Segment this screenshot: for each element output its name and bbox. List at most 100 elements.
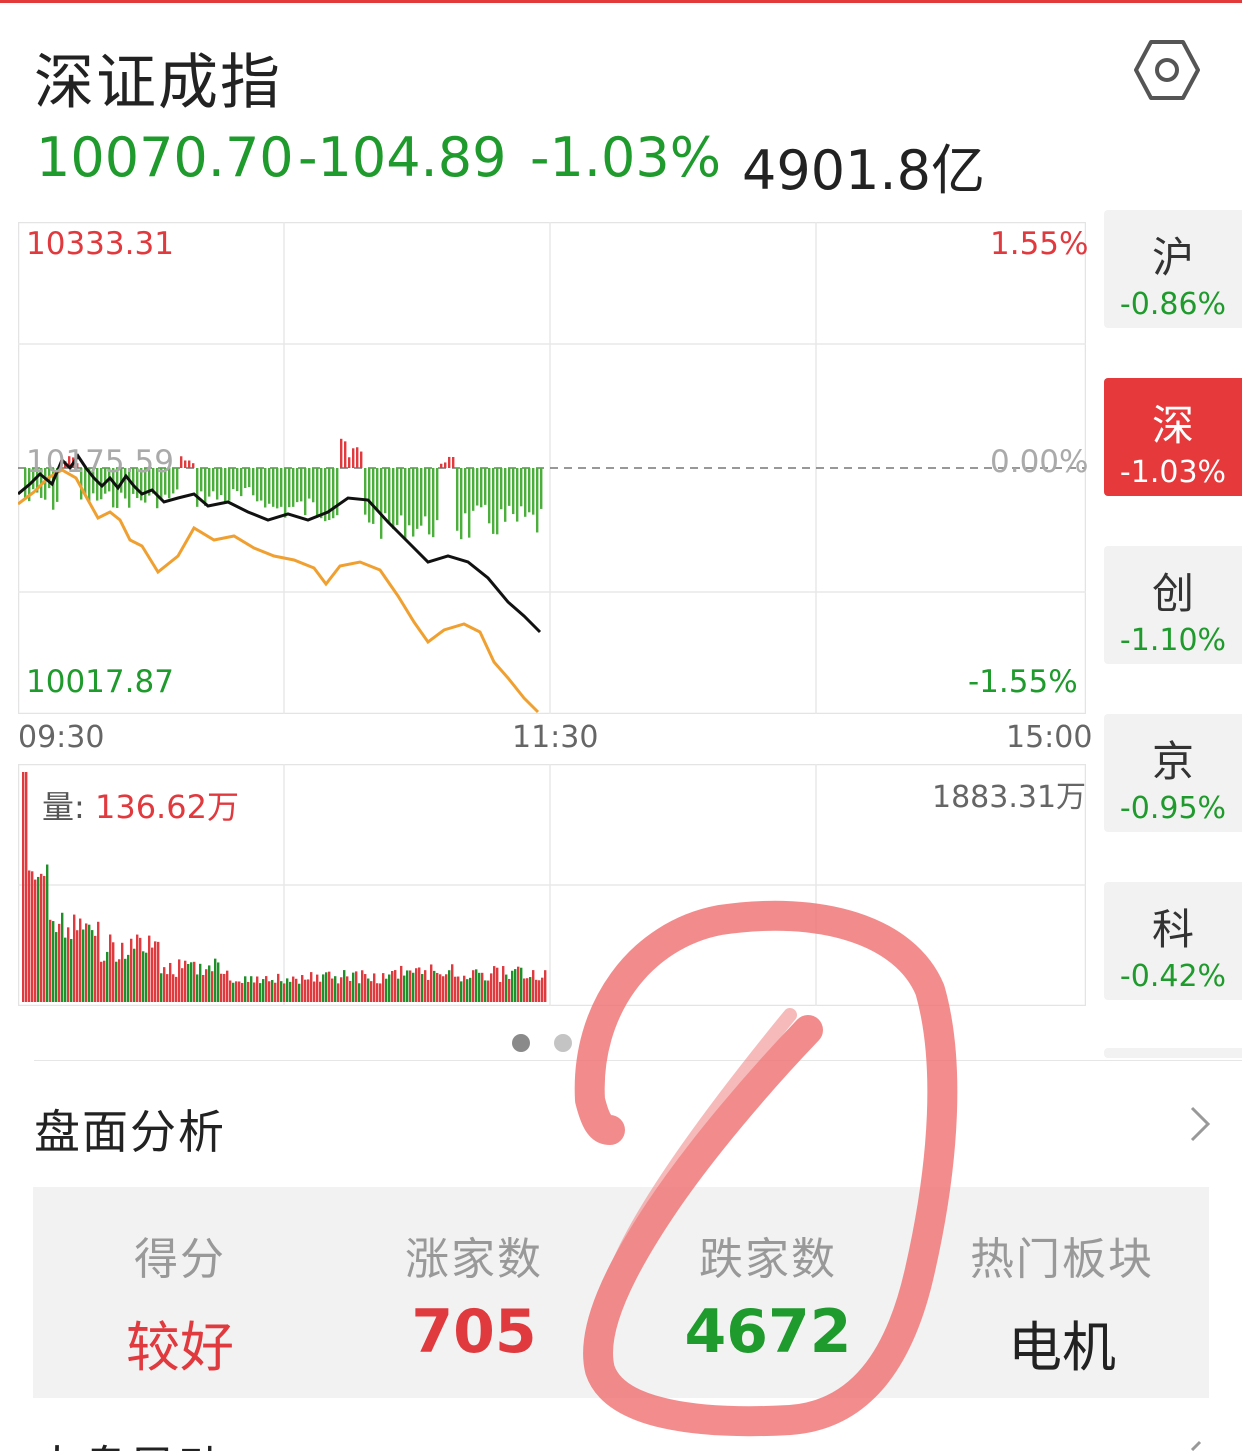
- next-section-title[interactable]: 大盘异动: [34, 1432, 226, 1451]
- chart-prev-close-price: 10175.59: [26, 444, 174, 480]
- flow-bar-down-118: [496, 468, 499, 535]
- volume-bar-170: [532, 970, 535, 1002]
- side-tab-kc[interactable]: 科 -0.42%: [1104, 882, 1242, 1000]
- volume-bar-103: [331, 978, 334, 1002]
- volume-bar-10: [52, 921, 55, 1002]
- volume-bar-8: [46, 864, 49, 1002]
- volume-bar-49: [169, 962, 172, 1002]
- flow-bar-down-72: [312, 468, 315, 503]
- volume-bar-173: [541, 977, 544, 1002]
- flow-bar-up-106: [448, 456, 451, 468]
- stat-advancers[interactable]: 涨家数 705: [327, 1187, 621, 1367]
- volume-bar-21: [85, 923, 88, 1002]
- volume-bar-24: [94, 935, 97, 1002]
- flow-bar-down-108: [456, 468, 459, 531]
- volume-bar-127: [403, 975, 406, 1002]
- volume-bar-33: [121, 942, 124, 1002]
- volume-bar-3: [31, 871, 34, 1002]
- volume-bar-72: [238, 981, 241, 1002]
- flow-bar-down-70: [304, 468, 307, 516]
- volume-bar-62: [208, 965, 211, 1002]
- volume-bar-70: [232, 982, 235, 1002]
- flow-bar-down-46: [208, 468, 211, 497]
- volume-bar-147: [463, 975, 466, 1002]
- volume-bar-71: [235, 981, 238, 1002]
- volume-bar-101: [325, 972, 328, 1002]
- page-title: 深证成指: [34, 48, 282, 118]
- analysis-stats-panel[interactable]: 得分 较好 涨家数 705 跌家数 4672 热门板块 电机: [33, 1187, 1209, 1398]
- side-tab-sz[interactable]: 深 -1.03%: [1104, 378, 1242, 496]
- flow-bar-down-115: [484, 468, 487, 505]
- pager-dot-2[interactable]: [554, 1034, 572, 1052]
- stat-score[interactable]: 得分 较好: [33, 1187, 327, 1382]
- flow-bar-down-89: [380, 468, 383, 539]
- volume-bar-31: [115, 961, 118, 1002]
- time-tick-open: 09:30: [18, 720, 105, 755]
- flow-bar-down-127: [532, 468, 535, 515]
- volume-bar-140: [442, 976, 445, 1002]
- volume-bar-30: [112, 942, 115, 1002]
- flow-bar-down-88: [376, 468, 379, 512]
- volume-bar-22: [88, 924, 91, 1002]
- volume-bar-158: [496, 967, 499, 1002]
- pager-dot-1[interactable]: [512, 1034, 530, 1052]
- volume-bar-129: [409, 970, 412, 1002]
- intraday-price-chart[interactable]: [18, 222, 1086, 714]
- volume-bar-69: [229, 980, 232, 1002]
- flow-bar-up-79: [340, 438, 343, 468]
- volume-bar-4: [34, 879, 37, 1002]
- flow-bar-up-80: [344, 441, 347, 468]
- flow-bar-down-90: [384, 468, 387, 514]
- side-tab-more[interactable]: [1104, 1048, 1242, 1058]
- flow-bar-down-61: [268, 468, 271, 504]
- volume-label: 量:: [42, 788, 85, 826]
- side-tab-sh[interactable]: 沪 -0.86%: [1104, 210, 1242, 328]
- stat-hot-sector[interactable]: 热门板块 电机: [915, 1187, 1209, 1382]
- volume-bar-139: [439, 974, 442, 1002]
- flow-bar-down-114: [480, 468, 483, 508]
- volume-bar-29: [109, 934, 112, 1002]
- flow-bar-down-129: [540, 468, 543, 509]
- volume-bar-15: [67, 927, 70, 1002]
- flow-bar-down-113: [476, 468, 479, 506]
- volume-bar-121: [385, 978, 388, 1002]
- volume-bar-106: [340, 977, 343, 1002]
- side-tab-bj[interactable]: 京 -0.95%: [1104, 714, 1242, 832]
- volume-bar-58: [196, 974, 199, 1002]
- volume-bar-80: [262, 979, 265, 1002]
- hexagon-settings-icon[interactable]: [1134, 38, 1200, 102]
- volume-bar-43: [151, 947, 154, 1002]
- flow-bar-up-81: [348, 457, 351, 468]
- volume-bar-117: [373, 973, 376, 1002]
- volume-bar-113: [361, 970, 364, 1002]
- volume-bar-53: [181, 968, 184, 1002]
- volume-bar-174: [544, 970, 547, 1002]
- volume-bar-144: [454, 976, 457, 1002]
- chart-high-pct: 1.55%: [990, 226, 1089, 262]
- chart-high-price: 10333.31: [26, 226, 174, 262]
- volume-bar-37: [133, 948, 136, 1002]
- analysis-title[interactable]: 盘面分析: [34, 1096, 226, 1162]
- volume-bar-7: [43, 875, 46, 1002]
- time-tick-midday: 11:30: [512, 720, 599, 755]
- stat-decliners[interactable]: 跌家数 4672: [621, 1187, 915, 1367]
- volume-bar-14: [64, 937, 67, 1002]
- volume-bar-60: [202, 974, 205, 1002]
- volume-bar-172: [538, 980, 541, 1002]
- flow-bar-up-40: [184, 460, 187, 468]
- flow-bar-down-55: [244, 468, 247, 489]
- flow-bar-down-125: [524, 468, 527, 517]
- chevron-right-icon-2[interactable]: [1184, 1440, 1216, 1451]
- volume-bar-32: [118, 959, 121, 1002]
- volume-bar-59: [199, 963, 202, 1002]
- volume-bar-132: [418, 967, 421, 1002]
- flow-bar-down-103: [436, 468, 439, 521]
- volume-bar-150: [472, 970, 475, 1002]
- side-tab-cy[interactable]: 创 -1.10%: [1104, 546, 1242, 664]
- volume-bar-115: [367, 978, 370, 1002]
- chevron-right-icon[interactable]: [1184, 1100, 1216, 1148]
- flow-bar-down-50: [224, 468, 227, 504]
- flow-bar-down-119: [500, 468, 503, 510]
- volume-bar-90: [292, 976, 295, 1002]
- volume-bar-23: [91, 930, 94, 1002]
